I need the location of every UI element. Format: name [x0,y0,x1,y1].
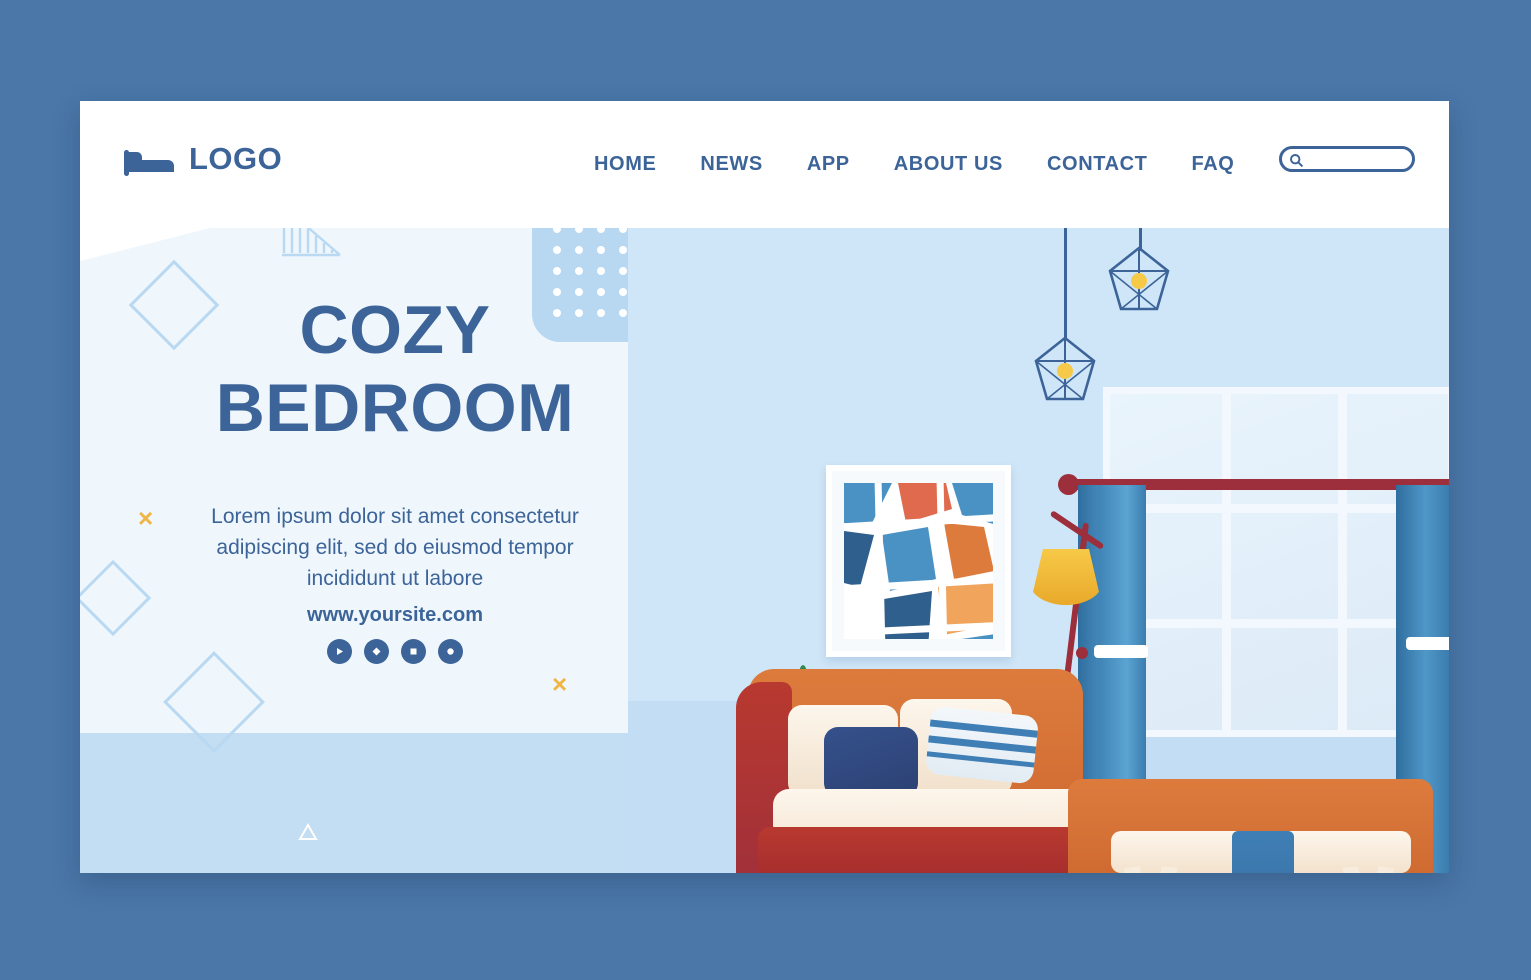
circle-icon[interactable] [438,639,463,664]
sofa-base [758,827,1088,873]
hero-website-url[interactable]: www.yoursite.com [175,604,615,627]
page-title-line2: BEDROOM [215,370,575,446]
curtain-rod-knob-left [1058,474,1079,495]
curtain-tieback-left [1094,645,1148,658]
cozy-bedroom-illustration [628,227,1449,873]
x-mark-bottom: × [552,669,568,699]
page-title: COZY BEDROOM [80,291,710,447]
pendant-cord-left [1064,227,1067,339]
triangle-outline-bottom [298,823,318,840]
lamp-joint [1076,647,1088,659]
curtain-tieback-right [1406,637,1449,650]
framed-abstract-art [826,465,1011,657]
landing-page-card: × × × [80,101,1449,873]
nav-item-news[interactable]: NEWS [678,153,784,176]
pendant-lamp-right [1108,246,1170,311]
pendant-lamp-left [1034,336,1096,401]
nav-item-about-us[interactable]: ABOUT US [872,153,1025,176]
nav-links: HOME NEWS APP ABOUT US CONTACT FAQ [572,153,1256,176]
search-input[interactable] [1279,146,1415,172]
hero-subtitle: Lorem ipsum dolor sit amet consectetur a… [211,505,579,590]
screenshot-canvas: × × × [0,0,1531,980]
abstract-artwork-svg [844,483,993,639]
nav-item-contact[interactable]: CONTACT [1025,153,1169,176]
diamond-icon[interactable] [364,639,389,664]
nav-item-app[interactable]: APP [785,153,872,176]
navy-pillow [824,727,918,797]
logo-text: LOGO [189,141,283,176]
blue-throw-blanket [1232,831,1294,873]
hero-lower-band [80,733,710,873]
nav-item-home[interactable]: HOME [572,153,678,176]
square-icon[interactable] [401,639,426,664]
search-icon [1289,153,1304,168]
page-title-line1: COZY [299,292,491,368]
artwork [844,483,993,639]
social-icons [80,639,710,664]
logo[interactable]: LOGO [124,141,282,177]
bed-icon [124,142,176,176]
nav-item-faq[interactable]: FAQ [1169,153,1256,176]
play-icon[interactable] [327,639,352,664]
striped-pillow-stripes [926,719,1038,768]
navbar: LOGO HOME NEWS APP ABOUT US CONTACT FAQ [80,101,1449,228]
x-mark-left: × [138,503,154,533]
